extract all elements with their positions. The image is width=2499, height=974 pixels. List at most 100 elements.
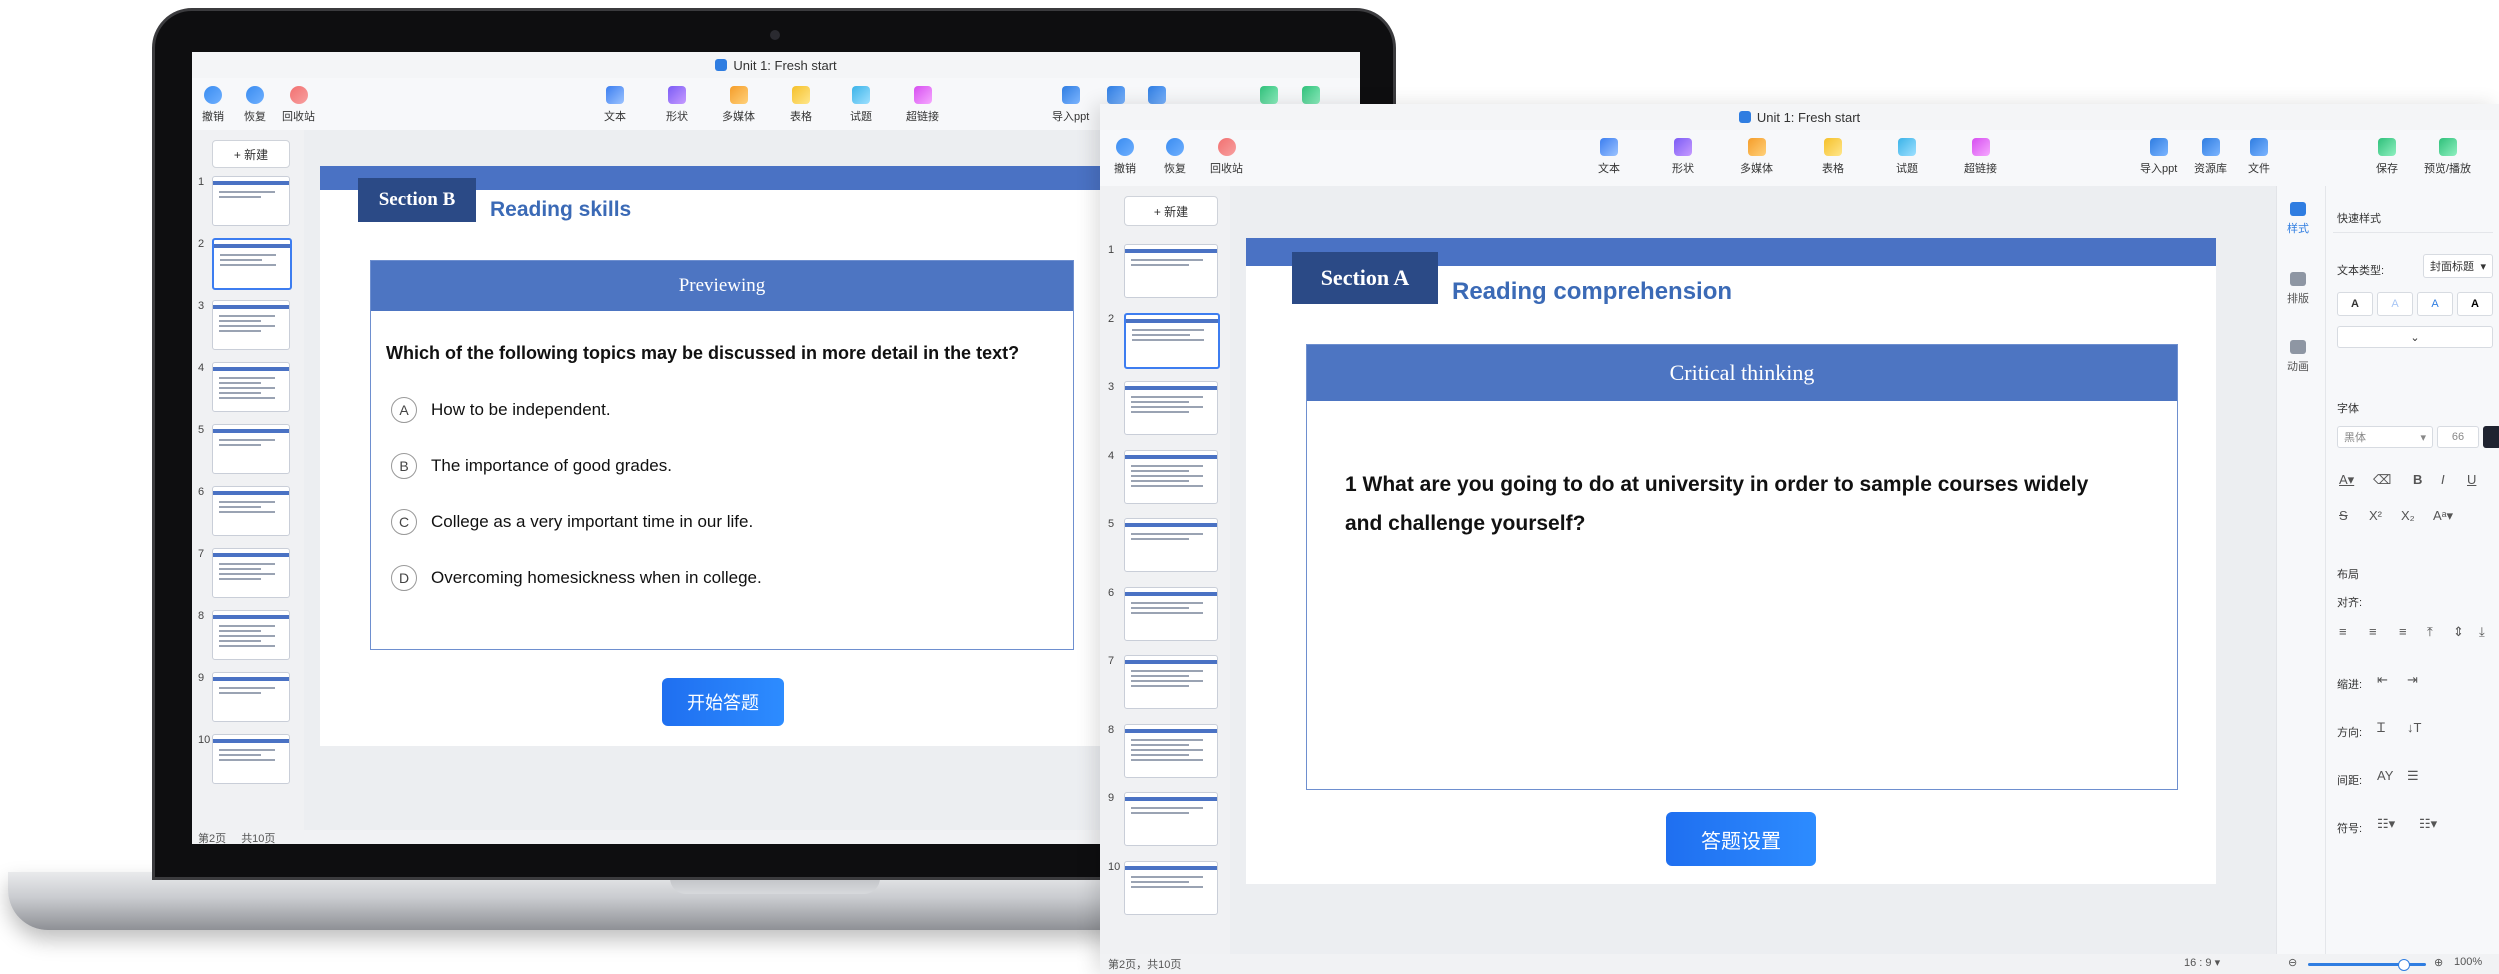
text-tool-button[interactable]: 文本 [1598,138,1620,176]
slide-thumbnail[interactable] [212,734,290,784]
align-right-icon[interactable]: ≡ [2399,624,2407,639]
save-button[interactable]: 保存 [2376,138,2398,176]
align-top-icon[interactable]: ⤒ [2427,624,2433,640]
slide-thumbnail[interactable] [1124,792,1218,846]
option-c[interactable]: C College as a very important time in our… [391,509,753,535]
quiz-tool-button[interactable]: 试题 [850,86,872,124]
preview-play-button[interactable]: 预览/播放 [2424,138,2471,176]
slide-thumbnail[interactable] [212,548,290,598]
redo-button[interactable]: 恢复 [244,86,266,124]
undo-button[interactable]: 撤销 [202,86,224,124]
redo-button[interactable]: 恢复 [1164,138,1186,176]
recycle-bin-button[interactable]: 回收站 [282,86,315,124]
numbered-list-icon[interactable]: ☷▾ [2419,816,2437,832]
text-case-icon[interactable]: Aᵃ▾ [2433,508,2453,524]
thumbnail-band [1125,591,1217,596]
new-slide-button[interactable]: + 新建 [212,140,290,168]
tab-layout[interactable]: 排版 [2287,272,2309,306]
media-tool-button[interactable]: 多媒体 [722,86,755,124]
eraser-icon[interactable]: ⌫ [2373,472,2391,488]
answer-settings-button[interactable]: 答题设置 [1666,812,1816,866]
slide-thumbnail[interactable] [1124,586,1218,641]
thumbnail-line [1132,328,1204,331]
slide-thumbnail[interactable] [212,672,290,722]
slide-thumbnail[interactable] [212,362,290,412]
shape-tool-button[interactable]: 形状 [1672,138,1694,176]
option-a[interactable]: A How to be independent. [391,397,611,423]
text-type-select[interactable]: 封面标题 ▾ [2423,254,2493,278]
strikethrough-icon[interactable]: S [2339,508,2348,523]
align-left-icon[interactable]: ≡ [2339,624,2347,639]
table-tool-button[interactable]: 表格 [1822,138,1844,176]
slide-thumbnail[interactable] [1124,655,1218,709]
import-ppt-button[interactable]: 导入ppt [2140,138,2177,176]
slide-thumbnail[interactable] [1124,381,1218,435]
hyperlink-tool-button[interactable]: 超链接 [1964,138,1997,176]
font-color-icon[interactable]: A▾ [2339,472,2354,488]
media-tool-button[interactable]: 多媒体 [1740,138,1773,176]
line-spacing-icon[interactable]: ☰ [2407,768,2419,784]
option-b[interactable]: B The importance of good grades. [391,453,672,479]
text-color-swatch[interactable] [2483,426,2499,448]
import-ppt-button[interactable]: 导入ppt [1052,86,1089,124]
slide-thumbnail[interactable] [212,238,292,290]
resources-button[interactable]: 资源库 [2194,138,2227,176]
slide-thumbnail[interactable] [212,176,290,226]
italic-button[interactable]: I [2441,472,2445,487]
indent-decrease-icon[interactable]: ⇤ [2377,672,2388,688]
option-text: The importance of good grades. [431,456,672,475]
text-tool-button[interactable]: 文本 [604,86,626,124]
subscript-icon[interactable]: X₂ [2401,508,2415,523]
bold-button[interactable]: B [2413,472,2422,487]
table-tool-button[interactable]: 表格 [790,86,812,124]
slide-thumbnail[interactable] [1124,449,1218,504]
slide-thumbnail[interactable] [212,486,290,536]
style-sample-4[interactable]: A [2457,292,2493,316]
letter-spacing-icon[interactable]: AY [2377,768,2393,783]
thumbnail-line [219,392,261,394]
slide-thumbnail[interactable] [1124,518,1218,572]
slide-thumbnail[interactable] [1124,723,1218,778]
zoom-in-icon[interactable]: ⊕ [2434,956,2443,969]
hyperlink-tool-button[interactable]: 超链接 [906,86,939,124]
new-slide-button[interactable]: + 新建 [1124,196,1218,226]
tab-animation[interactable]: 动画 [2287,340,2309,374]
thumbnail-line [219,382,261,384]
align-center-icon[interactable]: ≡ [2369,624,2377,639]
align-bottom-icon[interactable]: ⤓ [2479,624,2485,640]
superscript-icon[interactable]: X² [2369,508,2382,523]
bullet-list-icon[interactable]: ☷▾ [2377,816,2395,832]
font-size-input[interactable]: 66 [2437,426,2479,448]
font-family-select[interactable]: 黑体 ▾ [2337,426,2433,448]
start-answer-button[interactable]: 开始答题 [662,678,784,726]
slide-thumbnail[interactable] [212,424,290,474]
indent-increase-icon[interactable]: ⇥ [2407,672,2418,688]
align-middle-icon[interactable]: ⇕ [2453,624,2464,640]
shape-tool-button[interactable]: 形状 [666,86,688,124]
thumbnail-line [220,254,276,256]
option-d[interactable]: D Overcoming homesickness when in college… [391,565,762,591]
aspect-ratio-select[interactable]: 16 : 9 ▾ [2184,956,2220,969]
slide-thumbnail[interactable] [1124,312,1220,369]
undo-button[interactable]: 撤销 [1114,138,1136,176]
recycle-bin-button[interactable]: 回收站 [1210,138,1243,176]
thumbnail-line [1131,484,1203,487]
horizontal-text-icon[interactable]: Ꮖ [2377,720,2386,736]
style-sample-1[interactable]: A [2337,292,2373,316]
slide-thumbnail[interactable] [212,610,290,660]
style-sample-3[interactable]: A [2417,292,2453,316]
more-styles-button[interactable]: ⌄ [2337,326,2493,348]
zoom-slider-handle[interactable] [2398,959,2410,971]
thumbnail-number: 4 [198,362,205,374]
vertical-text-icon[interactable]: ↓T [2407,720,2421,735]
tab-style[interactable]: 样式 [2287,202,2309,236]
zoom-out-icon[interactable]: ⊖ [2288,956,2297,969]
slide-thumbnail[interactable] [1124,860,1218,915]
file-button[interactable]: 文件 [2248,138,2270,176]
slide-thumbnail[interactable] [212,300,290,350]
quiz-tool-button[interactable]: 试题 [1896,138,1918,176]
underline-button[interactable]: U [2467,472,2476,487]
style-sample-2[interactable]: A [2377,292,2413,316]
slide-thumbnail[interactable] [1124,244,1218,298]
slide-thumbnail-panel: + 新建 1 2 3 4 5 6 7 8 9 10 [192,130,305,830]
